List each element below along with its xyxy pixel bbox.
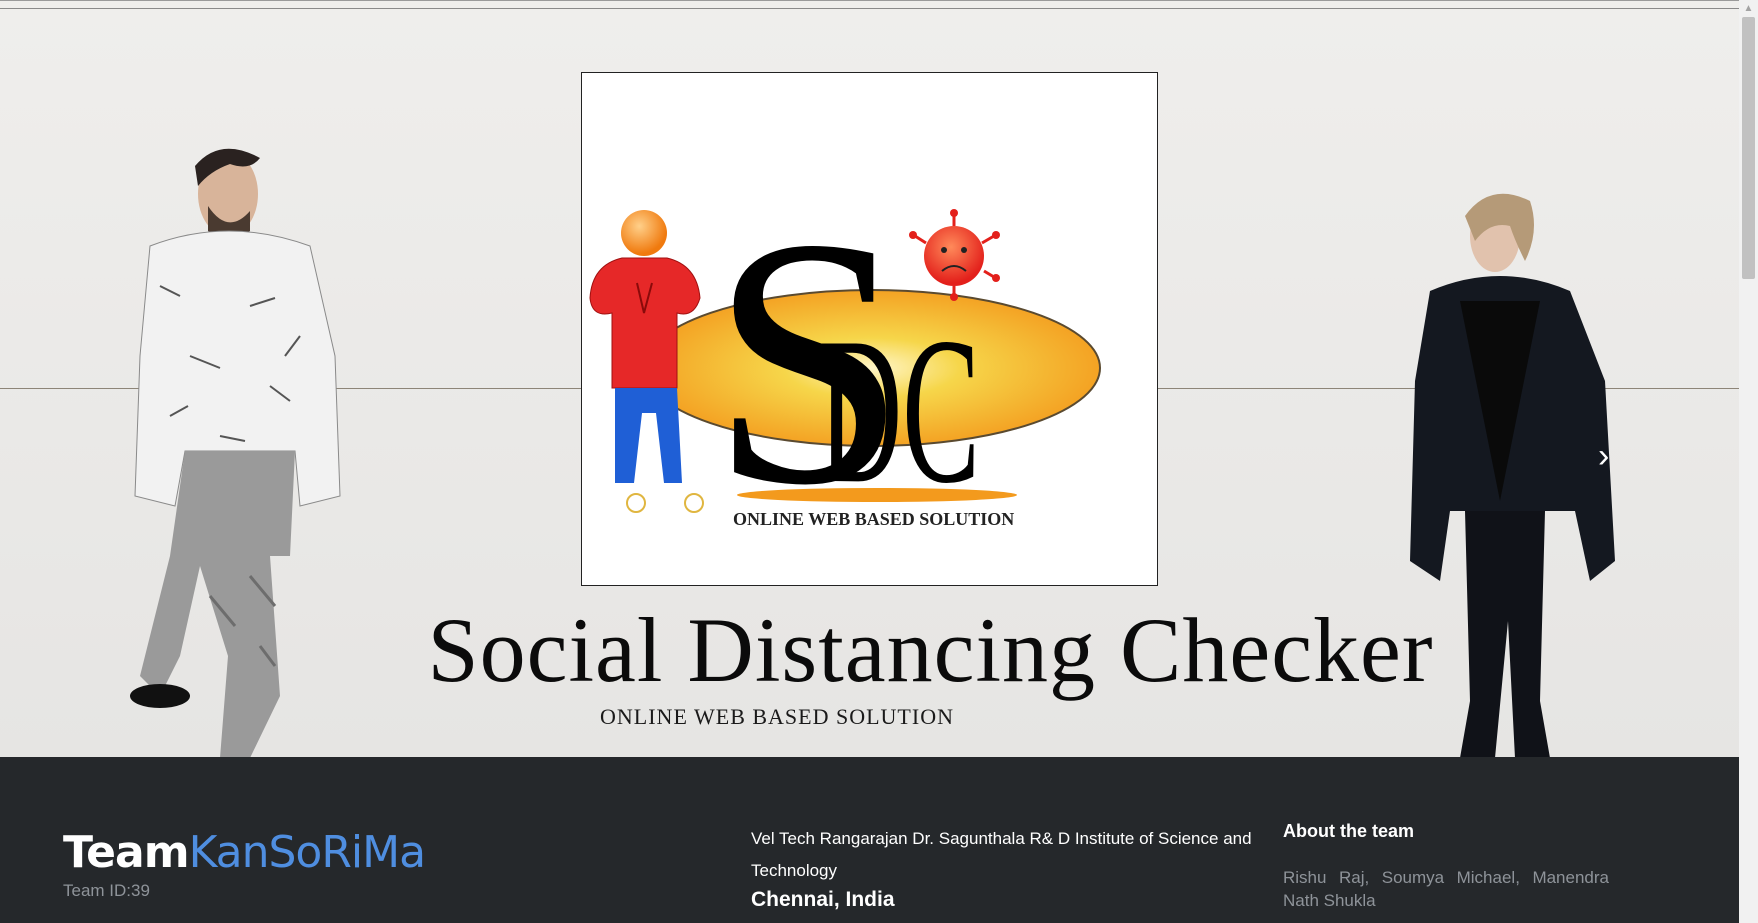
hero-title: Social Distancing Checker — [427, 599, 1434, 701]
page-scrollbar[interactable]: ▲ — [1739, 0, 1758, 923]
logo-letters-dc: DC — [818, 295, 980, 527]
scrollbar-thumb[interactable] — [1742, 17, 1755, 279]
institute-name: Vel Tech Rangarajan Dr. Sagunthala R& D … — [751, 829, 1252, 880]
sdc-logo-graphic: S DC ONLINE WEB BASED SOLUTION — [589, 165, 1101, 558]
about-team-text: Rishu Raj, Soumya Michael, Manendra Nath… — [1283, 868, 1609, 910]
footer: TeamKanSoRiMa Team ID:39 Vel Tech Rangar… — [0, 757, 1739, 923]
logo-tagline: ONLINE WEB BASED SOLUTION — [733, 509, 1014, 529]
scroll-up-icon[interactable]: ▲ — [1739, 0, 1758, 17]
hero-carousel: › S DC ONLINE WEB BASED SOLUTION Social … — [0, 0, 1739, 757]
virus-icon — [909, 209, 1000, 301]
about-team-heading: About the team — [1283, 821, 1415, 841]
team-brand: TeamKanSoRiMa — [63, 827, 427, 878]
brand-part-team: Team — [63, 827, 190, 878]
sdc-logo: S DC ONLINE WEB BASED SOLUTION — [581, 72, 1158, 586]
page: › S DC ONLINE WEB BASED SOLUTION Social … — [0, 0, 1758, 923]
hero-subtitle: ONLINE WEB BASED SOLUTION — [600, 704, 954, 729]
team-id: Team ID:39 — [63, 881, 150, 900]
divider — [0, 8, 1739, 9]
brand-part-name: KanSoRiMa — [188, 827, 427, 878]
institute-city: Chennai, India — [751, 888, 895, 911]
carousel-next-button[interactable]: › — [1598, 439, 1628, 473]
